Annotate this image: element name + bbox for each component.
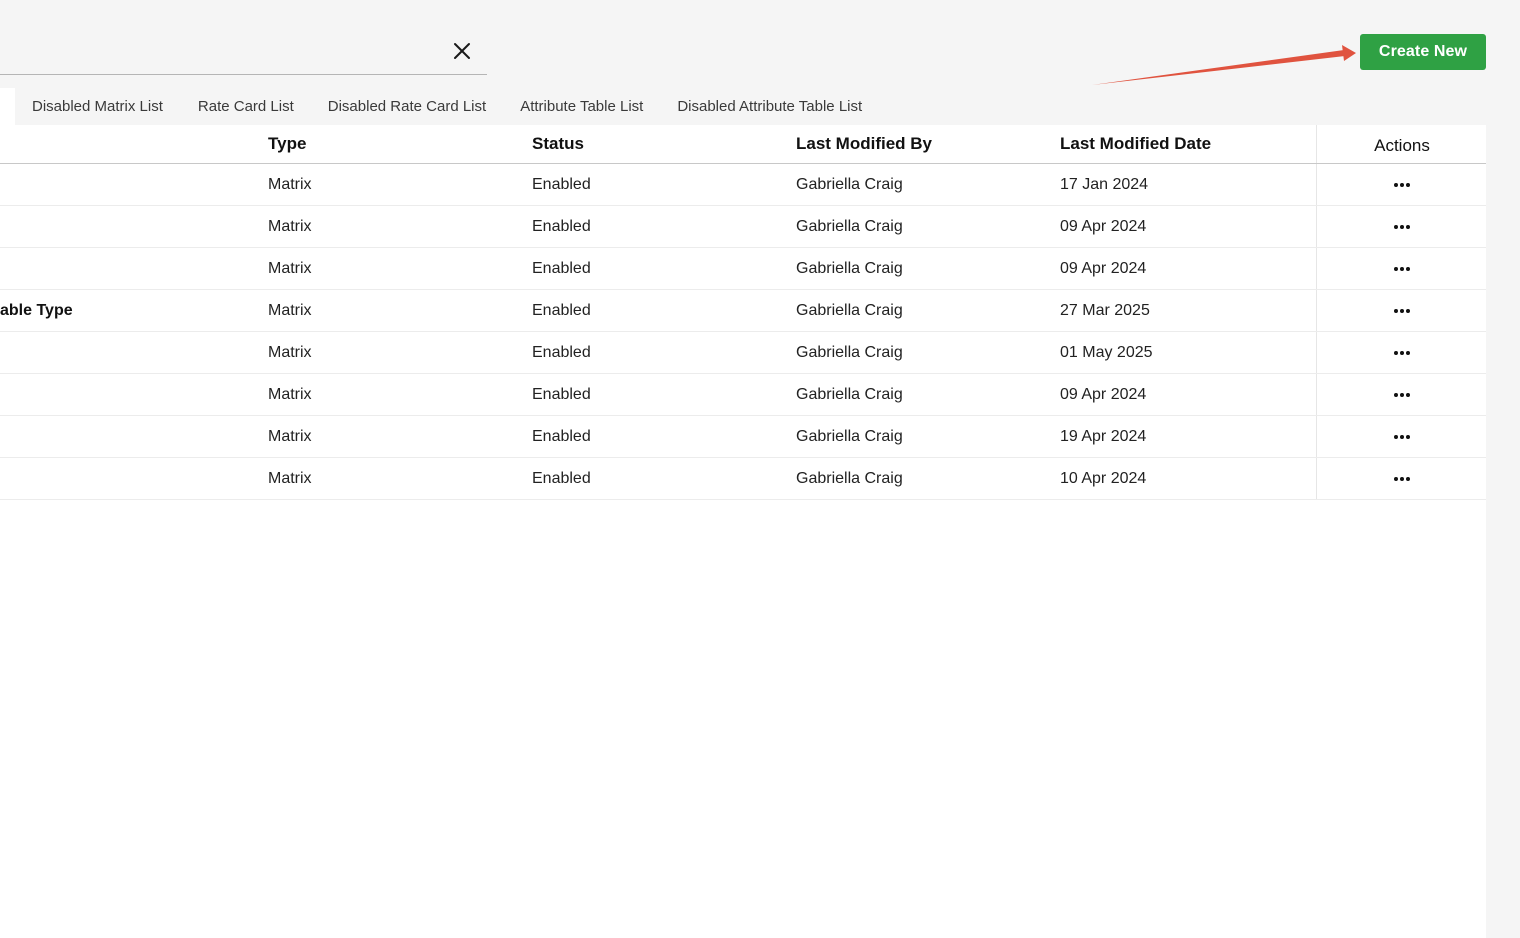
row-last-modified-date: 09 Apr 2024 — [1060, 218, 1147, 235]
row-actions-cell — [1316, 374, 1487, 415]
row-actions-cell — [1316, 206, 1487, 247]
row-last-modified-by: Gabriella Craig — [796, 428, 903, 445]
column-header-last-modified-date[interactable]: Last Modified Date — [1060, 125, 1211, 163]
row-type: Matrix — [268, 260, 312, 277]
table-row[interactable]: Matrix Enabled Gabriella Craig 01 May 2025 — [0, 332, 1486, 374]
row-status: Enabled — [532, 176, 591, 193]
row-last-modified-date: 10 Apr 2024 — [1060, 470, 1147, 487]
row-type: Matrix — [268, 218, 312, 235]
row-status: Enabled — [532, 218, 591, 235]
row-actions-cell — [1316, 458, 1487, 499]
search-input[interactable] — [0, 30, 487, 75]
more-horizontal-icon[interactable] — [1391, 430, 1413, 444]
more-horizontal-icon[interactable] — [1391, 472, 1413, 486]
row-status: Enabled — [532, 260, 591, 277]
row-actions-cell — [1316, 416, 1487, 457]
row-type: Matrix — [268, 176, 312, 193]
column-header-status[interactable]: Status — [532, 125, 584, 163]
row-type: Matrix — [268, 428, 312, 445]
column-header-type[interactable]: Type — [268, 125, 306, 163]
column-header-last-modified-by[interactable]: Last Modified By — [796, 125, 932, 163]
more-horizontal-icon[interactable] — [1391, 220, 1413, 234]
row-last-modified-by: Gabriella Craig — [796, 218, 903, 235]
more-horizontal-icon[interactable] — [1391, 262, 1413, 276]
table-row[interactable]: Matrix Enabled Gabriella Craig 19 Apr 2024 — [0, 416, 1486, 458]
page: Create New Disabled Matrix List Rate Car… — [0, 0, 1520, 938]
row-last-modified-date: 19 Apr 2024 — [1060, 428, 1147, 445]
row-type: Matrix — [268, 344, 312, 361]
tab-active[interactable] — [0, 88, 15, 125]
table-row[interactable]: Matrix Enabled Gabriella Craig 17 Jan 2024 — [0, 164, 1486, 206]
row-status: Enabled — [532, 470, 591, 487]
row-type: Matrix — [268, 386, 312, 403]
table-row[interactable]: Matrix Enabled Gabriella Craig 09 Apr 2024 — [0, 374, 1486, 416]
more-horizontal-icon[interactable] — [1391, 346, 1413, 360]
row-status: Enabled — [532, 344, 591, 361]
table-row[interactable]: able Type Matrix Enabled Gabriella Craig 27 … — [0, 290, 1486, 332]
row-last-modified-by: Gabriella Craig — [796, 386, 903, 403]
row-last-modified-date: 17 Jan 2024 — [1060, 176, 1149, 193]
tab-attribute-table-list[interactable]: Attribute Table List — [520, 88, 643, 125]
table-row[interactable]: Matrix Enabled Gabriella Craig 09 Apr 2024 — [0, 248, 1486, 290]
row-type: Matrix — [268, 302, 312, 319]
row-last-modified-by: Gabriella Craig — [796, 470, 903, 487]
more-horizontal-icon[interactable] — [1391, 178, 1413, 192]
table-body: Matrix Enabled Gabriella Craig 17 Jan 2024 M… — [0, 164, 1486, 500]
row-name: able Type — [0, 302, 73, 319]
row-actions-cell — [1316, 290, 1487, 331]
close-icon[interactable] — [451, 40, 473, 62]
tab-bar: Disabled Matrix List Rate Card List Disa… — [0, 88, 862, 125]
row-status: Enabled — [532, 386, 591, 403]
more-horizontal-icon[interactable] — [1391, 388, 1413, 402]
tab-disabled-rate-card-list[interactable]: Disabled Rate Card List — [328, 88, 486, 125]
table-row[interactable]: Matrix Enabled Gabriella Craig 10 Apr 2024 — [0, 458, 1486, 500]
row-last-modified-by: Gabriella Craig — [796, 302, 903, 319]
row-last-modified-by: Gabriella Craig — [796, 344, 903, 361]
more-horizontal-icon[interactable] — [1391, 304, 1413, 318]
row-type: Matrix — [268, 470, 312, 487]
row-last-modified-by: Gabriella Craig — [796, 176, 903, 193]
tab-disabled-attribute-table-list[interactable]: Disabled Attribute Table List — [677, 88, 862, 125]
row-actions-cell — [1316, 332, 1487, 373]
row-last-modified-date: 01 May 2025 — [1060, 344, 1153, 361]
create-new-button[interactable]: Create New — [1360, 34, 1486, 70]
row-last-modified-date: 09 Apr 2024 — [1060, 260, 1147, 277]
row-last-modified-by: Gabriella Craig — [796, 260, 903, 277]
row-actions-cell — [1316, 248, 1487, 289]
row-status: Enabled — [532, 428, 591, 445]
table-row[interactable]: Matrix Enabled Gabriella Craig 09 Apr 2024 — [0, 206, 1486, 248]
tab-rate-card-list[interactable]: Rate Card List — [198, 88, 294, 125]
row-status: Enabled — [532, 302, 591, 319]
row-last-modified-date: 27 Mar 2025 — [1060, 302, 1150, 319]
column-header-actions: Actions — [1316, 125, 1487, 163]
row-actions-cell — [1316, 164, 1487, 205]
tab-disabled-matrix-list[interactable]: Disabled Matrix List — [32, 88, 163, 125]
row-last-modified-date: 09 Apr 2024 — [1060, 386, 1147, 403]
data-table: Type Status Last Modified By Last Modifi… — [0, 125, 1486, 938]
table-header: Type Status Last Modified By Last Modifi… — [0, 125, 1486, 164]
